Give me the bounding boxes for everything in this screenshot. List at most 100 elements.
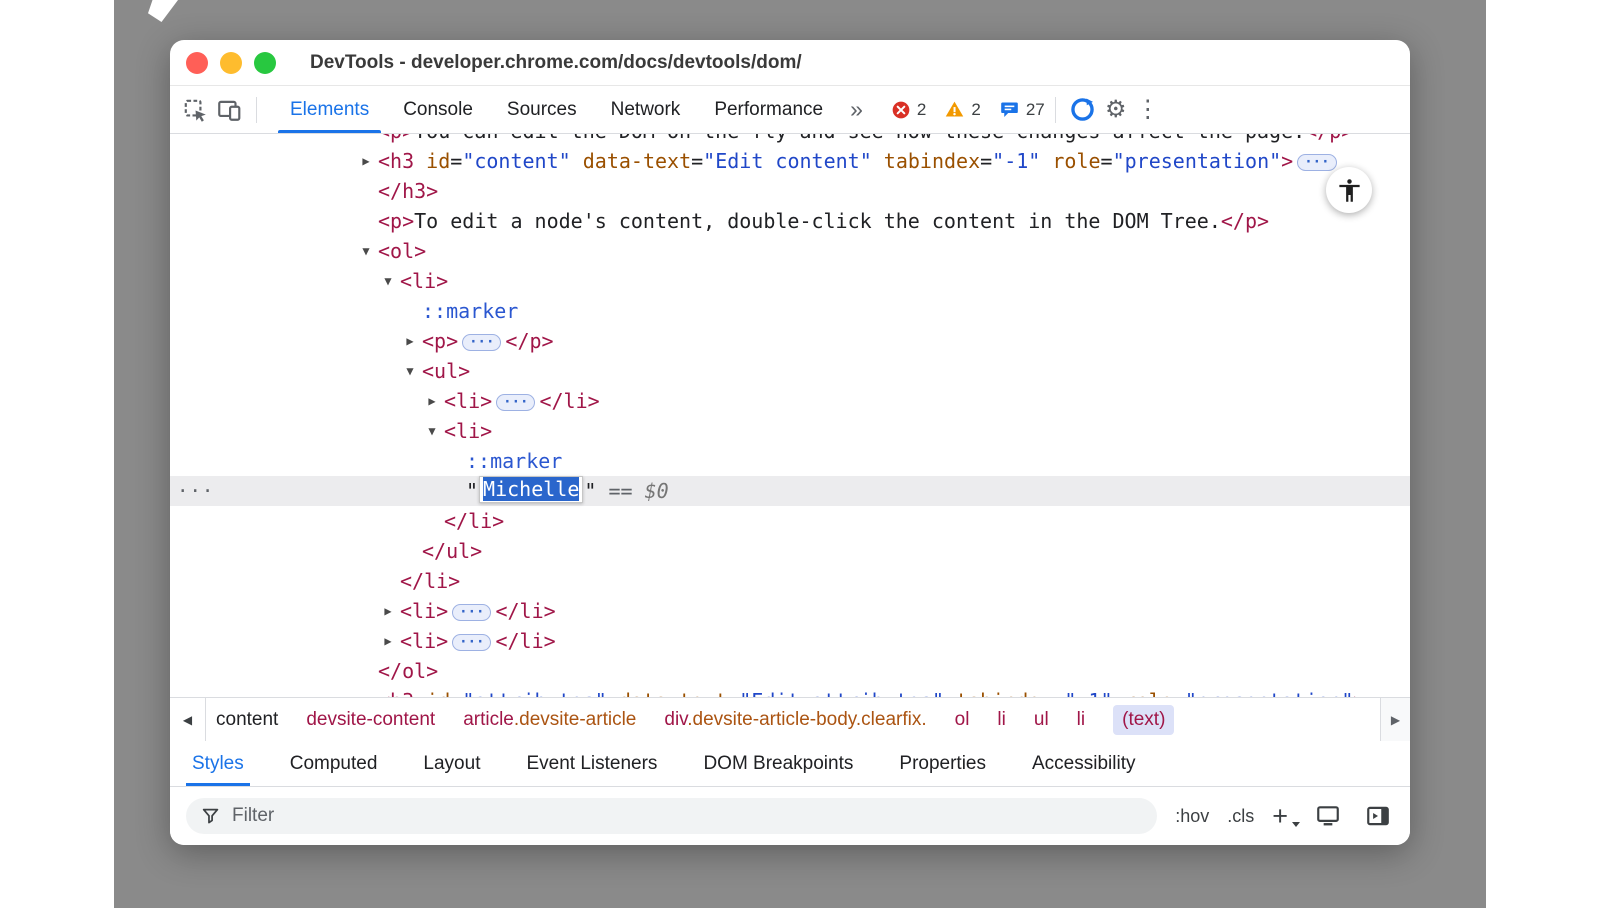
expand-arrow-right-icon[interactable]: ▶	[423, 386, 441, 416]
breadcrumb: ◀ content devsite-content article.devsite-…	[170, 697, 1410, 741]
tab-console[interactable]: Console	[386, 86, 490, 133]
dom-tree-row[interactable]: <p>To edit a node's content, double-clic…	[170, 206, 1410, 236]
expand-arrow-right-icon[interactable]: ▶	[401, 326, 419, 356]
dom-tree-row[interactable]: ▼<li>	[170, 266, 1410, 296]
expand-arrow-down-icon[interactable]: ▼	[423, 416, 441, 446]
tab-network[interactable]: Network	[594, 86, 698, 133]
breadcrumb-item[interactable]: (text)	[1113, 705, 1174, 735]
toggle-rendering-button[interactable]	[1312, 800, 1344, 832]
accessibility-shortcut-button[interactable]	[1326, 167, 1372, 213]
dom-tree-row[interactable]: ▶<li>···</li>	[170, 386, 1410, 416]
dom-tree-row[interactable]: ▶<h3 id="content" data-text="Edit conten…	[170, 146, 1410, 176]
dom-tree-row[interactable]: </ol>	[170, 656, 1410, 686]
dom-tree-row[interactable]: ▶<li>···</li>	[170, 596, 1410, 626]
dom-tree-row[interactable]: ···"Michelle" == $0	[170, 476, 1410, 506]
breadcrumb-scroll-right-button[interactable]: ▶	[1380, 698, 1410, 741]
dom-tree-row[interactable]: ::marker	[170, 296, 1410, 326]
dom-tree-row[interactable]: </li>	[170, 566, 1410, 596]
dom-token: <h3	[378, 149, 414, 173]
dom-tree-row[interactable]: ▶<li>···</li>	[170, 626, 1410, 656]
toggle-element-state-button[interactable]: :hov	[1175, 806, 1209, 827]
dom-tree-row[interactable]: </li>	[170, 506, 1410, 536]
toggle-sidebar-button[interactable]	[1362, 800, 1394, 832]
dom-token: "-1"	[1064, 689, 1112, 697]
dom-token: id	[426, 149, 450, 173]
issues-badge[interactable]: 27	[999, 99, 1045, 120]
tab-accessibility[interactable]: Accessibility	[1026, 741, 1141, 786]
dom-token: data-text	[583, 149, 691, 173]
error-count: 2	[917, 100, 926, 120]
minimize-button[interactable]	[220, 52, 242, 74]
dom-token: </h3>	[378, 179, 438, 203]
dom-tree-row[interactable]: ▼<ul>	[170, 356, 1410, 386]
dom-token: "content"	[462, 149, 570, 173]
expand-arrow-right-icon[interactable]: ▶	[357, 146, 375, 176]
tab-computed[interactable]: Computed	[284, 741, 384, 786]
dom-tree-row[interactable]: ▼<li>	[170, 416, 1410, 446]
warnings-badge[interactable]: 2	[944, 99, 980, 120]
dom-token: =	[691, 149, 703, 173]
dom-tree-row[interactable]: ▼<ol>	[170, 236, 1410, 266]
breadcrumb-items: content devsite-content article.devsite-ar…	[206, 705, 1380, 735]
dom-tree-row[interactable]: ▶<p>···</p>	[170, 326, 1410, 356]
dom-tree-row[interactable]: ::marker	[170, 446, 1410, 476]
dom-token: "Edit attributes"	[739, 689, 944, 697]
expand-arrow-down-icon[interactable]: ▼	[357, 236, 375, 266]
tab-sources[interactable]: Sources	[490, 86, 594, 133]
dom-tree-row[interactable]: ▶<h3 id="attributes" data-text="Edit att…	[170, 686, 1410, 697]
breadcrumb-scroll-left-button[interactable]: ◀	[170, 698, 206, 741]
element-classes-button[interactable]: .cls	[1227, 806, 1254, 827]
more-menu-button[interactable]: ⋮	[1132, 94, 1164, 126]
dom-tree-row[interactable]: </h3>	[170, 176, 1410, 206]
inline-expand-button[interactable]: ···	[462, 334, 501, 351]
inline-expand-button[interactable]: ···	[452, 604, 491, 621]
dom-token: =	[1052, 689, 1064, 697]
inline-expand-button[interactable]: ···	[452, 634, 491, 651]
sync-button[interactable]	[1066, 93, 1100, 127]
dom-token: </li>	[444, 509, 504, 533]
breadcrumb-item[interactable]: article.devsite-article	[463, 709, 636, 731]
tab-elements[interactable]: Elements	[273, 86, 386, 133]
toolbar-divider	[1055, 97, 1056, 123]
inspect-element-button[interactable]	[178, 93, 212, 127]
breadcrumb-item[interactable]: content	[216, 709, 278, 731]
breadcrumb-item[interactable]: ul	[1034, 709, 1049, 731]
expand-arrow-right-icon[interactable]: ▶	[357, 686, 375, 697]
caret-down-icon	[1292, 822, 1300, 827]
dom-tree-row[interactable]: <p>You can edit the DOM on the fly and s…	[170, 134, 1410, 146]
settings-button[interactable]: ⚙	[1100, 94, 1132, 126]
maximize-button[interactable]	[254, 52, 276, 74]
device-toolbar-button[interactable]	[212, 93, 246, 127]
tab-performance[interactable]: Performance	[697, 86, 840, 133]
dom-tree-row[interactable]: </ul>	[170, 536, 1410, 566]
breadcrumb-item[interactable]: div.devsite-article-body.clearfix.	[664, 709, 926, 731]
breadcrumb-item[interactable]: li	[997, 709, 1005, 731]
row-actions-icon[interactable]: ···	[177, 476, 214, 506]
tab-styles[interactable]: Styles	[186, 741, 250, 786]
dom-token: >	[1281, 149, 1293, 173]
breadcrumb-item[interactable]: devsite-content	[306, 709, 435, 731]
tab-properties[interactable]: Properties	[893, 741, 992, 786]
close-button[interactable]	[186, 52, 208, 74]
main-toolbar: ElementsConsoleSourcesNetworkPerformance…	[170, 86, 1410, 134]
dom-token: <li>	[400, 629, 448, 653]
inline-expand-button[interactable]: ···	[1297, 154, 1336, 171]
tab-dom-breakpoints[interactable]: DOM Breakpoints	[697, 741, 859, 786]
inline-text-editor[interactable]: Michelle	[479, 476, 583, 503]
tab-event-listeners[interactable]: Event Listeners	[520, 741, 663, 786]
window-title: DevTools - developer.chrome.com/docs/dev…	[310, 52, 802, 74]
new-style-rule-button[interactable]: +	[1272, 805, 1294, 827]
errors-badge[interactable]: 2	[891, 100, 926, 120]
breadcrumb-item[interactable]: ol	[955, 709, 970, 731]
breadcrumb-item[interactable]: li	[1077, 709, 1085, 731]
expand-arrow-right-icon[interactable]: ▶	[379, 596, 397, 626]
tab-layout[interactable]: Layout	[417, 741, 486, 786]
expand-arrow-down-icon[interactable]: ▼	[379, 266, 397, 296]
dom-token: You can edit the DOM on the fly and see …	[414, 134, 1305, 143]
inline-expand-button[interactable]: ···	[496, 394, 535, 411]
dom-token: <li>	[400, 599, 448, 623]
more-tabs-button[interactable]: »	[850, 98, 863, 121]
expand-arrow-right-icon[interactable]: ▶	[379, 626, 397, 656]
expand-arrow-down-icon[interactable]: ▼	[401, 356, 419, 386]
filter-input[interactable]	[232, 805, 1143, 827]
